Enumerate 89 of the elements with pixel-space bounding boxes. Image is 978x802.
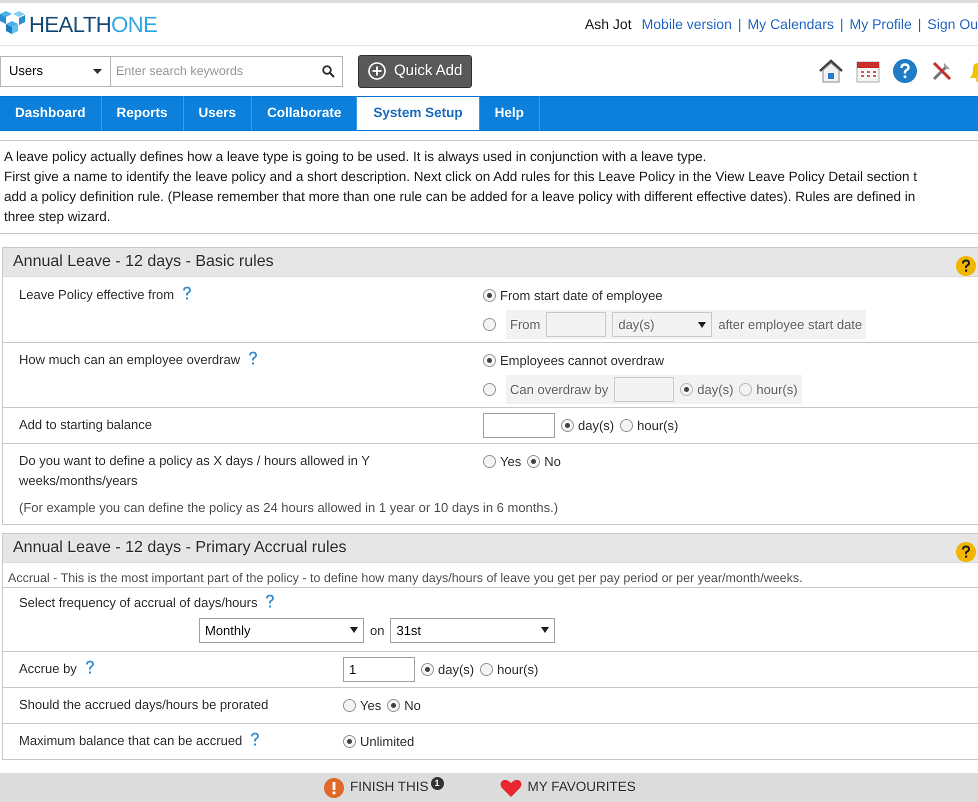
radio-label: No	[544, 452, 561, 471]
calendar-icon[interactable]	[856, 59, 880, 83]
home-icon[interactable]	[818, 58, 844, 84]
radio-button[interactable]	[387, 698, 400, 712]
nav-tab[interactable]: Reports	[102, 96, 184, 131]
logo-text: HEALTHONE	[29, 10, 158, 38]
panel-title: Annual Leave - 12 days - Primary Accrual rules	[13, 538, 346, 558]
dropdown-caret-icon	[698, 322, 706, 328]
finish-this-link[interactable]: FINISH THIS	[350, 777, 429, 798]
help-icon[interactable]	[956, 542, 976, 562]
row-label: Select frequency of accrual of days/hours	[19, 593, 978, 613]
dropdown-caret-icon	[350, 627, 358, 634]
radio-label: Yes	[360, 696, 382, 714]
nav-tab[interactable]: System Setup	[357, 97, 480, 130]
radio-button[interactable]	[483, 318, 496, 331]
radio-button[interactable]	[561, 419, 574, 432]
radio-button[interactable]	[483, 455, 496, 468]
row-label: Should the accrued days/hours be prorated	[19, 696, 270, 714]
intro-text: First give a name to identify the leave policy and a short description. Next click on Add rules for this Leave Policy in the View Leave Policy Detail section t	[4, 168, 918, 186]
plus-circle-icon	[368, 62, 386, 80]
row-label: Leave Policy effective from	[19, 285, 463, 304]
radio-label: hour(s)	[497, 660, 538, 679]
radio-label: Yes	[500, 452, 522, 471]
intro-text: add a policy definition rule. (Please remember that more than one rule can be added for a leave policy with different effective dates). Rules are defined in	[4, 188, 916, 206]
radio-label: day(s)	[438, 660, 474, 679]
field-label: Can overdraw by	[510, 380, 608, 399]
radio-button[interactable]	[480, 662, 494, 676]
panel-title: Annual Leave - 12 days - Basic rules	[13, 252, 274, 272]
header-link[interactable]: My Profile	[850, 14, 912, 34]
select-dropdown[interactable]: day(s)	[612, 312, 712, 337]
row-label: Add to starting balance	[19, 416, 153, 434]
radio-label: Employees cannot overdraw	[500, 352, 664, 370]
radio-label: No	[404, 696, 421, 714]
header-link[interactable]: My Calendars	[748, 14, 834, 34]
user-name: Ash Jot	[584, 14, 632, 34]
radio-label: day(s)	[578, 416, 614, 435]
radio-button[interactable]	[680, 383, 694, 396]
help-icon[interactable]	[956, 256, 976, 276]
field-label: From	[510, 316, 540, 334]
select-dropdown[interactable]: Monthly	[199, 618, 364, 643]
dropdown-caret-icon	[541, 627, 550, 634]
radio-button[interactable]	[739, 383, 752, 396]
example-note: (For example you can define the policy as 24 hours allowed in 1 year or 10 days in 6 months.)	[18, 499, 560, 517]
radio-label: From start date of employee	[500, 286, 663, 305]
field-label: after employee start date	[718, 316, 862, 334]
nav-tab[interactable]: Help	[480, 96, 540, 131]
intro-text: A leave policy actually defines how a leave type is going to be used. It is always used in conjunction with a leave type.	[4, 148, 708, 166]
radio-button[interactable]	[483, 383, 496, 396]
radio-button[interactable]	[343, 698, 356, 712]
radio-label: Unlimited	[360, 732, 414, 750]
tools-icon[interactable]	[930, 59, 954, 83]
header-link[interactable]: Mobile version	[642, 14, 732, 34]
radio-label: hour(s)	[637, 416, 678, 435]
row-label: How much can an employee overdraw	[19, 350, 463, 370]
input-field[interactable]: 1	[343, 656, 415, 682]
search-field[interactable]: Enter search keywords	[111, 56, 343, 86]
row-label: Do you want to define a policy as X days / hours allowed in Y weeks/months/years	[19, 452, 371, 490]
select-dropdown[interactable]: 31st	[390, 618, 556, 643]
radio-button[interactable]	[421, 662, 434, 676]
intro-text: three step wizard.	[4, 208, 112, 226]
panel-description: Accrual - This is the most important part of the policy - to define how many days/hours of leave you get per pay period or per year/month/weeks.	[7, 570, 804, 587]
heart-icon[interactable]	[500, 778, 522, 798]
link-separator: |	[840, 14, 844, 34]
radio-label: hour(s)	[756, 380, 798, 399]
field-label: on	[370, 622, 384, 640]
input-field[interactable]	[483, 413, 555, 438]
radio-button[interactable]	[527, 455, 540, 468]
radio-label: day(s)	[697, 380, 734, 399]
row-label: Accrue by	[19, 658, 323, 678]
dropdown-caret-icon	[93, 68, 102, 74]
input-field[interactable]	[614, 377, 674, 402]
search-scope-select[interactable]: Users	[0, 56, 111, 86]
count-badge: 1	[430, 777, 444, 790]
quick-add-button[interactable]: Quick Add	[358, 54, 472, 88]
alert-icon[interactable]	[324, 778, 344, 798]
search-icon[interactable]	[322, 64, 335, 78]
header-link[interactable]: Sign Ou	[927, 14, 978, 34]
input-field[interactable]	[546, 312, 606, 337]
nav-tab[interactable]: Users	[184, 96, 252, 131]
link-separator: |	[738, 14, 742, 34]
row-label: Maximum balance that can be accrued	[19, 730, 323, 750]
link-separator: |	[918, 14, 922, 34]
nav-tab[interactable]: Dashboard	[0, 96, 102, 131]
my-favourites-link[interactable]: MY FAVOURITES	[528, 777, 636, 798]
logo[interactable]: HEALTHONE	[0, 8, 158, 40]
radio-button[interactable]	[620, 419, 634, 432]
radio-button[interactable]	[483, 289, 496, 302]
radio-button[interactable]	[343, 734, 356, 748]
radio-button[interactable]	[483, 354, 496, 367]
